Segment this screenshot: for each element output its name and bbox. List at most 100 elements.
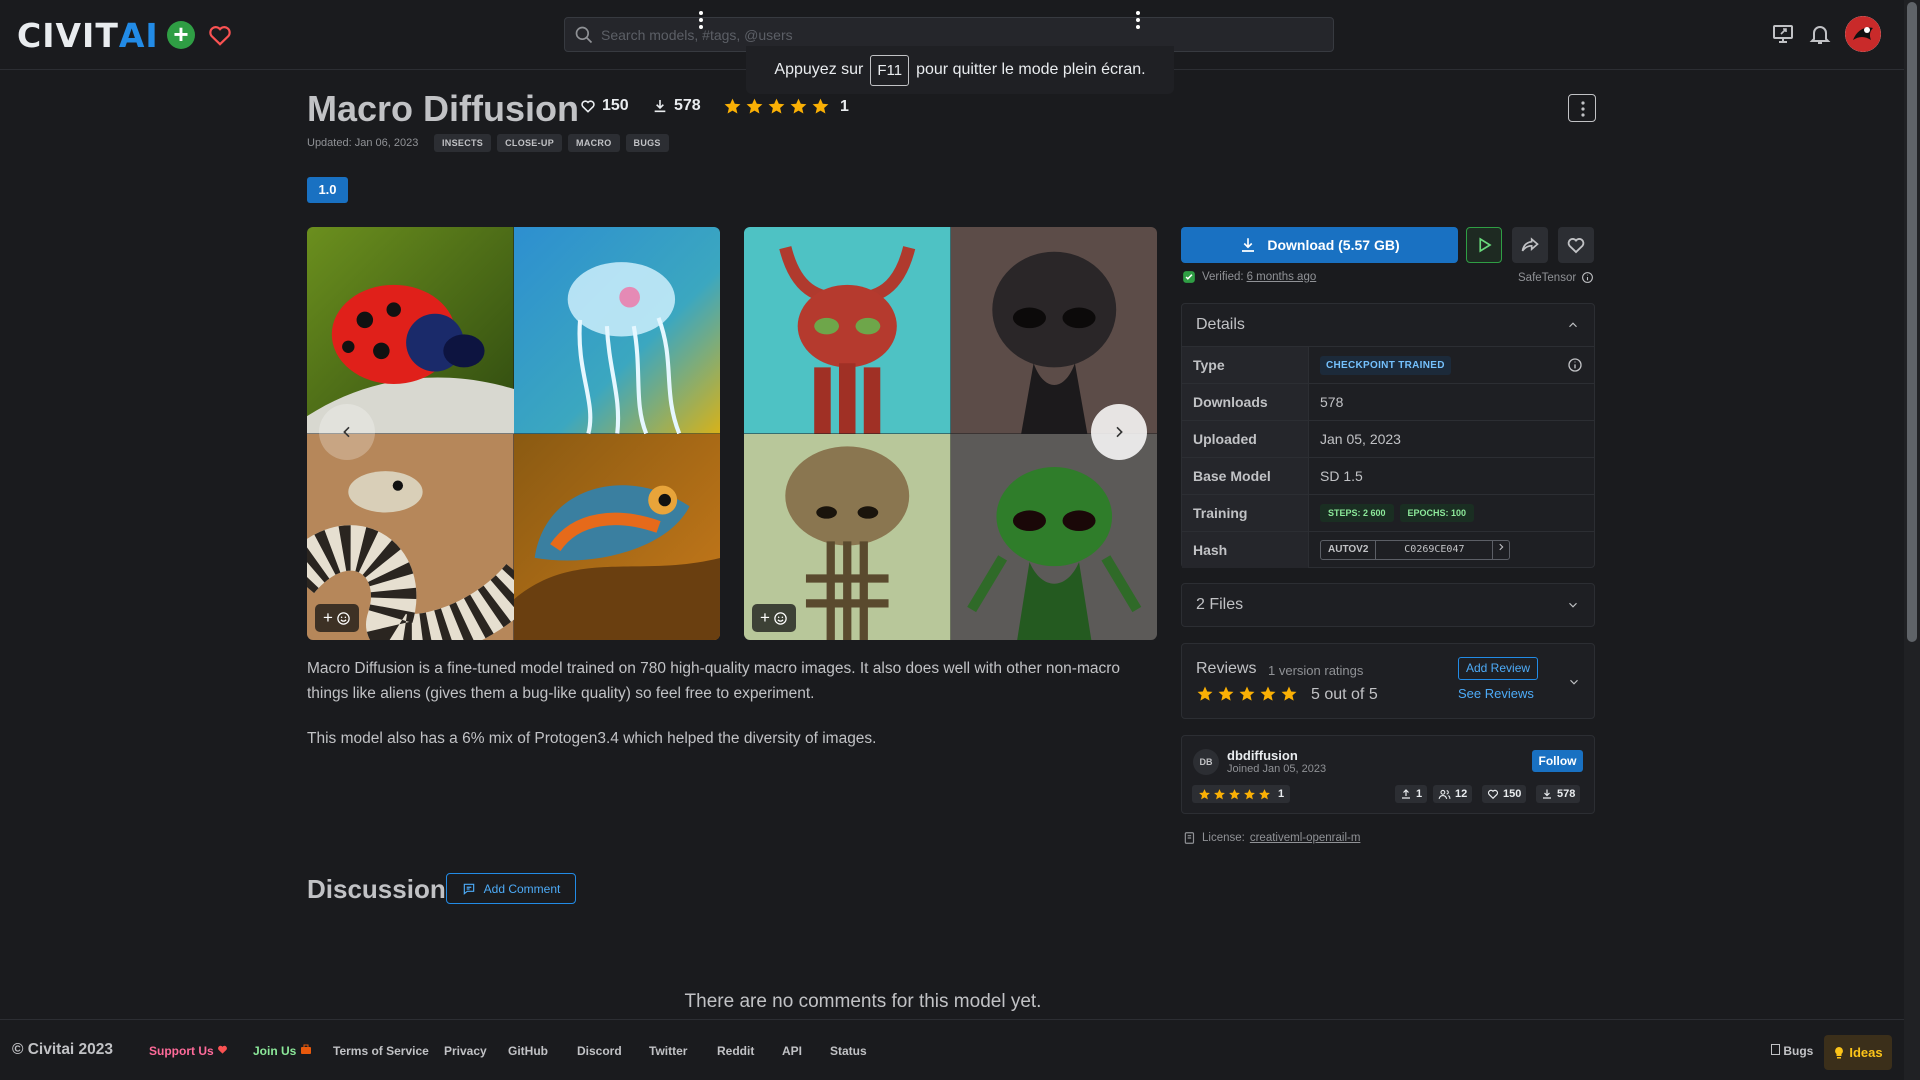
download-icon [1242,238,1255,252]
hash-next-icon[interactable] [1493,541,1509,559]
bell-icon[interactable] [1808,22,1832,46]
files-panel[interactable]: 2 Files [1181,583,1595,627]
heart-outline-icon [581,100,595,113]
info-icon[interactable] [1567,357,1583,373]
tag-chip[interactable]: BUGS [625,134,669,152]
image-menu-icon[interactable] [1135,10,1141,30]
row-label: Uploaded [1182,421,1309,457]
footer-tos-link[interactable]: Terms of Service [333,1044,429,1058]
download-label: Download (5.57 GB) [1267,237,1400,253]
gallery-image-jellyfish [513,227,720,434]
footer-support-link[interactable]: Support Us [149,1044,228,1058]
civitai-logo[interactable]: CIVIT AI [17,15,159,55]
add-comment-button[interactable]: Add Comment [446,873,576,904]
upload-plus-icon[interactable]: + [167,21,195,49]
users-icon [1438,789,1451,799]
favorite-button[interactable] [1558,227,1594,263]
add-reaction-button[interactable]: + [315,604,359,632]
chevron-down-icon [1569,602,1577,608]
star-icon [1260,686,1276,701]
rating-count: 1 [840,97,849,115]
lightbulb-icon [1835,1046,1844,1058]
reviews-score: 5 out of 5 [1311,686,1378,703]
tag-chip[interactable]: INSECTS [434,134,492,152]
monitor-icon[interactable] [1771,22,1795,46]
details-row-downloads: Downloads 578 [1182,383,1594,420]
footer-discord-link[interactable]: Discord [577,1044,622,1058]
star-icon [1259,788,1270,799]
verified-date-link[interactable]: 6 months ago [1247,271,1317,283]
row-value: SD 1.5 [1320,468,1363,484]
rating-stars [723,97,830,116]
info-icon[interactable] [1581,271,1594,284]
share-icon [1521,237,1539,252]
tag-list: INSECTS CLOSE-UP MACRO BUGS [434,134,669,152]
hash-value[interactable]: C0269CE047 [1375,541,1494,559]
download-button[interactable]: Download (5.57 GB) [1181,227,1458,263]
tag-chip[interactable]: CLOSE-UP [497,134,563,152]
details-row-type: Type CHECKPOINT TRAINED [1182,346,1594,383]
details-header[interactable]: Details [1182,304,1594,346]
creator-joined: Joined Jan 05, 2023 [1227,763,1327,775]
heart-outline-icon [1567,238,1585,254]
follow-button[interactable]: Follow [1532,750,1583,772]
tag-chip[interactable]: MACRO [568,134,620,152]
download-icon [654,100,666,113]
creator-rating: 1 [1192,785,1291,803]
model-menu-button[interactable] [1568,94,1596,122]
run-button[interactable] [1466,227,1502,263]
safetensor-label: SafeTensor [1518,271,1594,284]
license-prefix: License: [1202,832,1245,844]
carousel-next-button[interactable] [1091,404,1147,460]
likes-count: 150 [602,97,629,114]
heart-icon[interactable] [207,22,233,48]
fullscreen-notice: Appuyez sur F11 pour quitter le mode ple… [746,46,1174,94]
model-title: Macro Diffusion [307,88,580,129]
star-icon [746,98,763,114]
hash-selector[interactable]: AUTOV2 C0269CE047 [1320,540,1511,560]
ideas-label: Ideas [1849,1045,1883,1060]
details-panel: Details Type CHECKPOINT TRAINED Download… [1181,303,1595,568]
share-button[interactable] [1512,227,1548,263]
page-scrollbar[interactable] [1904,0,1920,1080]
star-icon [768,98,785,114]
star-icon [1197,686,1213,701]
creator-avatar[interactable]: DB [1193,749,1219,775]
heart-icon [218,1045,227,1054]
footer-github-link[interactable]: GitHub [508,1044,548,1058]
footer-status-link[interactable]: Status [830,1044,867,1058]
reviews-panel: Reviews 1 version ratings 5 out of 5 Add… [1181,643,1595,719]
upload-icon [1402,789,1410,799]
steps-badge: STEPS: 2 600 [1320,504,1394,522]
footer-join-link[interactable]: Join Us [253,1044,312,1058]
add-review-button[interactable]: Add Review [1458,657,1539,680]
creator-name[interactable]: dbdiffusion [1227,748,1298,763]
footer-bugs-link[interactable]: Bugs [1771,1044,1813,1058]
notice-key: F11 [870,54,910,86]
logo-text-accent: AI [118,15,159,55]
logo-text-main: CIVIT [17,15,119,55]
image-menu-icon[interactable] [698,10,704,30]
add-reaction-button[interactable]: + [752,604,796,632]
see-reviews-link[interactable]: See Reviews [1458,686,1534,701]
play-icon [1479,237,1492,253]
footer-privacy-link[interactable]: Privacy [444,1044,487,1058]
gallery-image-dark-alien [950,227,1157,434]
chevron-down-icon[interactable] [1567,675,1581,689]
version-tab[interactable]: 1.0 [307,177,348,203]
license-link[interactable]: creativeml-openrail-m [1250,832,1361,844]
scrollbar-thumb[interactable] [1907,2,1917,642]
footer-reddit-link[interactable]: Reddit [717,1044,754,1058]
star-icon [790,98,807,114]
footer-twitter-link[interactable]: Twitter [649,1044,687,1058]
footer-ideas-button[interactable]: Ideas [1824,1035,1892,1070]
license-info: License: creativeml-openrail-m [1183,831,1360,845]
carousel-prev-button[interactable] [319,404,375,460]
user-avatar[interactable] [1845,16,1881,52]
footer-api-link[interactable]: API [782,1044,802,1058]
creator-panel: DB dbdiffusion Joined Jan 05, 2023 Follo… [1181,735,1595,814]
creator-uploads: 1 [1395,785,1428,803]
row-value: Jan 05, 2023 [1320,431,1401,447]
model-rating[interactable]: 1 [723,97,849,116]
star-icon [724,98,741,114]
